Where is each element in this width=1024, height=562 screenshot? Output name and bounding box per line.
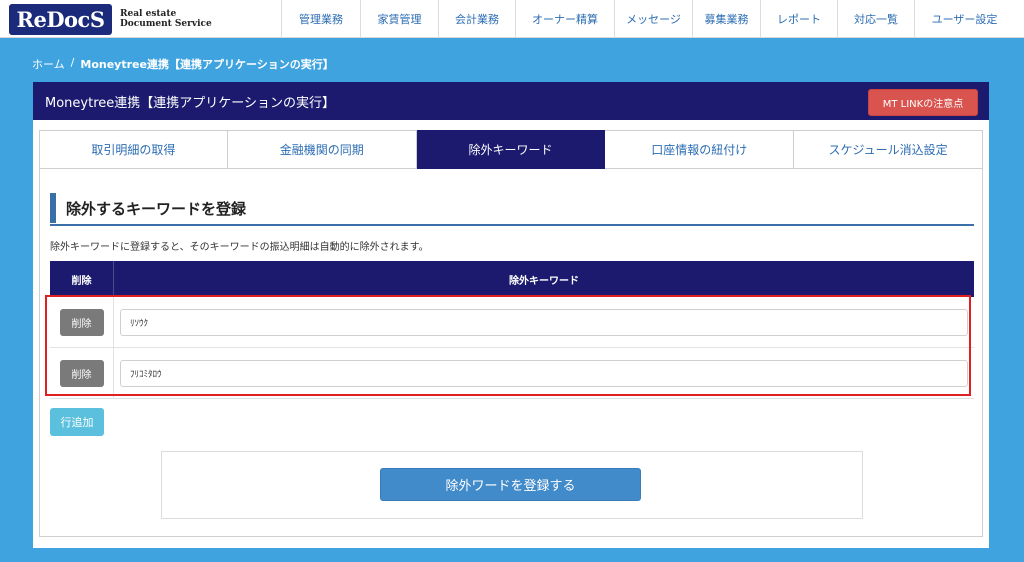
nav-item-reports[interactable]: レポート bbox=[760, 0, 837, 38]
header-keyword: 除外キーワード bbox=[509, 275, 579, 287]
delete-cell: 削除 bbox=[50, 347, 114, 399]
keyword-table-header: 削除 除外キーワード bbox=[50, 261, 974, 297]
section-accent-bar bbox=[50, 193, 56, 223]
nav-item-owner-settlement[interactable]: オーナー精算 bbox=[515, 0, 614, 38]
keyword-input[interactable] bbox=[120, 359, 968, 387]
logo-mark: ReDocS bbox=[9, 3, 112, 35]
breadcrumb-home[interactable]: ホーム bbox=[32, 56, 65, 72]
logo-tagline: Real estate Document Service bbox=[120, 9, 212, 29]
breadcrumb-separator: / bbox=[70, 56, 75, 69]
nav-item-tasks[interactable]: 対応一覧 bbox=[837, 0, 914, 38]
main-panel: Moneytree連携【連携アプリケーションの実行】 MT LINKの注意点 取… bbox=[33, 82, 989, 548]
page-title: Moneytree連携【連携アプリケーションの実行】 bbox=[45, 95, 335, 111]
table-row: 削除 bbox=[50, 347, 974, 399]
keyword-input[interactable] bbox=[120, 308, 968, 336]
delete-button[interactable]: 削除 bbox=[59, 308, 104, 336]
header-delete: 削除 bbox=[50, 261, 114, 297]
nav-item-management[interactable]: 管理業務 bbox=[281, 0, 360, 38]
mt-link-notes-button[interactable]: MT LINKの注意点 bbox=[868, 89, 978, 116]
tab-transactions[interactable]: 取引明細の取得 bbox=[39, 130, 228, 169]
register-keywords-button[interactable]: 除外ワードを登録する bbox=[380, 468, 641, 501]
delete-cell: 削除 bbox=[50, 296, 114, 348]
tab-bank-sync[interactable]: 金融機関の同期 bbox=[227, 130, 417, 169]
tab-bar: 取引明細の取得 金融機関の同期 除外キーワード 口座情報の紐付け スケジュール消… bbox=[39, 130, 983, 169]
keyword-cell bbox=[114, 308, 974, 336]
tab-account-link[interactable]: 口座情報の紐付け bbox=[605, 130, 795, 169]
nav-item-accounting[interactable]: 会計業務 bbox=[438, 0, 515, 38]
section-title: 除外するキーワードを登録 bbox=[66, 199, 247, 218]
main-nav: 管理業務 家賃管理 会計業務 オーナー精算 メッセージ 募集業務 レポート 対応… bbox=[281, 0, 1014, 38]
section-header: 除外するキーワードを登録 bbox=[50, 192, 974, 226]
delete-button[interactable]: 削除 bbox=[59, 359, 104, 387]
tab-content: 除外するキーワードを登録 除外キーワードに登録すると、そのキーワードの振込明細は… bbox=[39, 169, 983, 537]
panel-header: Moneytree連携【連携アプリケーションの実行】 MT LINKの注意点 bbox=[33, 82, 989, 120]
keyword-table-body: 削除 削除 bbox=[50, 296, 974, 399]
table-row: 削除 bbox=[50, 296, 974, 348]
keyword-cell bbox=[114, 359, 974, 387]
nav-item-recruitment[interactable]: 募集業務 bbox=[692, 0, 760, 38]
logo[interactable]: ReDocS Real estate Document Service bbox=[0, 0, 270, 38]
logo-line2: Document Service bbox=[120, 19, 212, 29]
nav-item-rent[interactable]: 家賃管理 bbox=[360, 0, 438, 38]
logo-line1: Real estate bbox=[120, 9, 177, 19]
nav-item-messages[interactable]: メッセージ bbox=[614, 0, 692, 38]
breadcrumb-current: Moneytree連携【連携アプリケーションの実行】 bbox=[80, 58, 334, 71]
section-description: 除外キーワードに登録すると、そのキーワードの振込明細は自動的に除外されます。 bbox=[50, 242, 429, 253]
tab-schedule-reconcile[interactable]: スケジュール消込設定 bbox=[794, 130, 983, 169]
tab-exclude-keywords[interactable]: 除外キーワード bbox=[416, 130, 606, 169]
submit-area: 除外ワードを登録する bbox=[161, 451, 863, 519]
breadcrumb: ホーム / Moneytree連携【連携アプリケーションの実行】 bbox=[32, 56, 334, 72]
add-row-button[interactable]: 行追加 bbox=[50, 408, 104, 436]
nav-item-user-settings[interactable]: ユーザー設定 bbox=[914, 0, 1014, 38]
top-navbar: ReDocS Real estate Document Service 管理業務… bbox=[0, 0, 1024, 38]
